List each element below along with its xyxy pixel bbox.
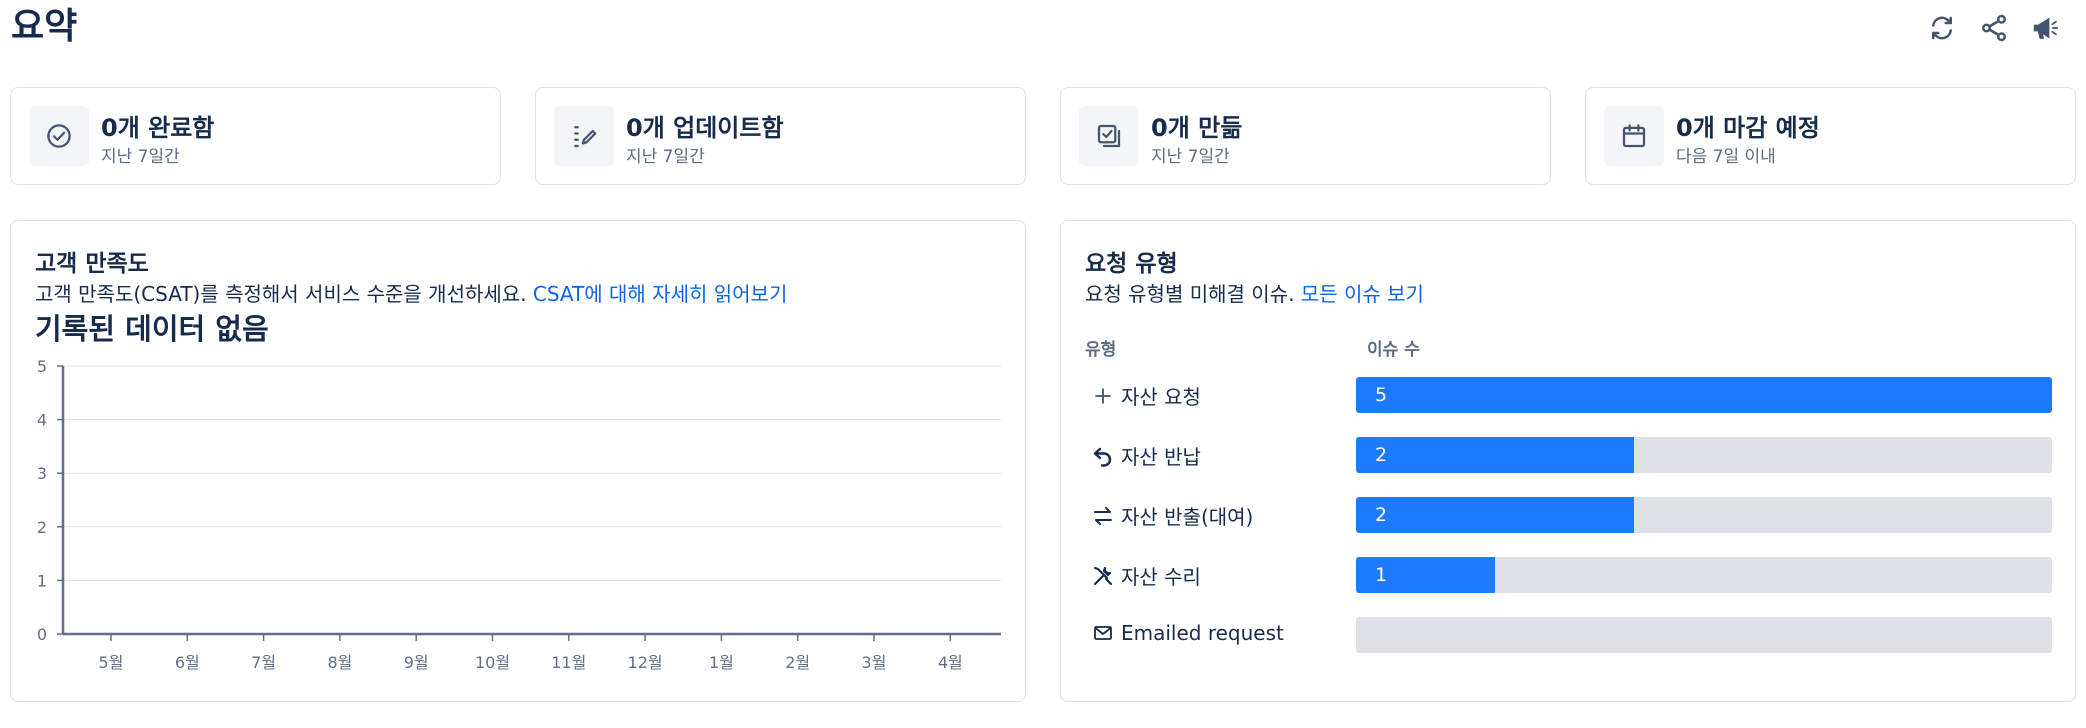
stat-icon-box xyxy=(554,106,614,166)
request-type-label: Emailed request xyxy=(1121,621,1284,645)
edit-list-icon xyxy=(574,126,597,148)
x-tick-label: 8월 xyxy=(327,653,352,672)
request-type-row[interactable]: 자산 요청 5 xyxy=(1061,377,2075,413)
check-circle-icon xyxy=(47,124,71,148)
stat-card-completed: 0개 완료함 지난 7일간 xyxy=(10,87,501,185)
column-header-count: 이슈 수 xyxy=(1367,340,1420,360)
request-type-bar-track[interactable]: 2 xyxy=(1356,437,2052,473)
request-type-label: 자산 요청 xyxy=(1121,385,1201,409)
x-tick-label: 10월 xyxy=(475,653,510,672)
request-type-label-wrap: 자산 수리 xyxy=(1091,561,1201,590)
stat-card-due: 0개 마감 예정 다음 7일 이내 xyxy=(1585,87,2076,185)
column-header-type: 유형 xyxy=(1085,340,1117,360)
header-actions xyxy=(1922,10,2066,46)
y-tick-label: 2 xyxy=(37,518,47,537)
y-tick-label: 4 xyxy=(37,411,47,430)
request-type-count: 2 xyxy=(1375,444,1388,466)
request-type-label: 자산 반출(대여) xyxy=(1121,505,1254,529)
stat-icon-box xyxy=(1079,106,1139,166)
request-type-bar-track[interactable] xyxy=(1356,617,2052,653)
share-icon xyxy=(1982,14,2006,42)
stat-card-created: 0개 만듦 지난 7일간 xyxy=(1060,87,1551,185)
return-arrow-icon xyxy=(1093,447,1112,467)
request-type-bar-track[interactable]: 5 xyxy=(1356,377,2052,413)
refresh-button[interactable] xyxy=(1922,10,1962,46)
envelope-icon xyxy=(1094,626,1112,640)
stat-title: 0개 완료함 xyxy=(101,114,215,142)
x-tick-label: 11월 xyxy=(551,653,586,672)
request-type-count: 2 xyxy=(1375,504,1388,526)
stat-subtitle: 지난 7일간 xyxy=(626,147,705,167)
tools-icon xyxy=(1093,566,1113,585)
plus-icon xyxy=(1095,387,1111,404)
refresh-icon xyxy=(1932,16,1952,40)
request-type-row[interactable]: 자산 반출(대여) 2 xyxy=(1061,497,2075,533)
y-tick-label: 3 xyxy=(37,464,47,483)
stat-icon-box xyxy=(1604,106,1664,166)
request-types-panel: 요청 유형 요청 유형별 미해결 이슈. 모든 이슈 보기 유형 이슈 수 자산… xyxy=(1060,220,2076,702)
share-button[interactable] xyxy=(1974,10,2014,46)
stat-subtitle: 다음 7일 이내 xyxy=(1676,147,1776,167)
request-type-bar xyxy=(1356,377,2052,413)
request-type-count: 1 xyxy=(1375,564,1388,586)
csat-panel: 고객 만족도 고객 만족도(CSAT)를 측정해서 서비스 수준을 개선하세요.… xyxy=(10,220,1026,702)
calendar-icon xyxy=(1622,124,1646,148)
view-all-issues-link[interactable]: 모든 이슈 보기 xyxy=(1301,282,1424,306)
feedback-megaphone-icon xyxy=(2033,17,2059,39)
request-type-count: 5 xyxy=(1375,384,1388,406)
stat-card-updated: 0개 업데이트함 지난 7일간 xyxy=(535,87,1026,185)
x-tick-label: 6월 xyxy=(175,653,200,672)
stat-subtitle: 지난 7일간 xyxy=(101,147,180,167)
request-type-bar xyxy=(1356,437,1635,473)
request-type-label-wrap: Emailed request xyxy=(1091,621,1284,645)
request-types-description: 요청 유형별 미해결 이슈. 모든 이슈 보기 xyxy=(1085,278,1424,307)
request-type-label-wrap: 자산 반납 xyxy=(1091,441,1201,470)
request-type-row[interactable]: 자산 수리 1 xyxy=(1061,557,2075,593)
request-type-bar xyxy=(1356,497,1635,533)
x-tick-label: 2월 xyxy=(785,653,810,672)
y-tick-label: 5 xyxy=(37,357,47,376)
x-tick-label: 7월 xyxy=(251,653,276,672)
y-tick-label: 1 xyxy=(37,571,47,590)
y-tick-label: 0 xyxy=(37,625,47,644)
request-type-bar-track[interactable]: 2 xyxy=(1356,497,2052,533)
request-type-label-wrap: 자산 요청 xyxy=(1091,381,1201,410)
stat-title: 0개 만듦 xyxy=(1151,114,1243,142)
stat-title: 0개 업데이트함 xyxy=(626,114,784,142)
x-tick-label: 4월 xyxy=(938,653,963,672)
request-type-label: 자산 반납 xyxy=(1121,445,1201,469)
created-checkbox-icon xyxy=(1097,124,1121,148)
stat-subtitle: 지난 7일간 xyxy=(1151,147,1230,167)
stat-title: 0개 마감 예정 xyxy=(1676,114,1820,142)
request-types-title: 요청 유형 xyxy=(1085,251,1178,277)
request-type-row[interactable]: Emailed request xyxy=(1061,617,2075,653)
x-tick-label: 1월 xyxy=(709,653,734,672)
request-type-label-wrap: 자산 반출(대여) xyxy=(1091,501,1253,530)
request-type-label: 자산 수리 xyxy=(1121,565,1201,589)
x-tick-label: 9월 xyxy=(404,653,429,672)
page-title: 요약 xyxy=(11,6,78,47)
request-types-description-text: 요청 유형별 미해결 이슈. xyxy=(1085,282,1295,306)
csat-chart: 0 1 2 3 4 5 5월 6월 7월 8월 9월 10월 11월 12월 1월 2월 3월 4월 xyxy=(37,357,1001,672)
request-type-bar-track[interactable]: 1 xyxy=(1356,557,2052,593)
x-tick-label: 5월 xyxy=(99,653,124,672)
feedback-button[interactable] xyxy=(2026,10,2066,46)
x-tick-label: 3월 xyxy=(862,653,887,672)
swap-arrows-icon xyxy=(1094,506,1112,525)
x-tick-label: 12월 xyxy=(628,653,663,672)
stat-icon-box xyxy=(29,106,89,166)
request-type-row[interactable]: 자산 반납 2 xyxy=(1061,437,2075,473)
